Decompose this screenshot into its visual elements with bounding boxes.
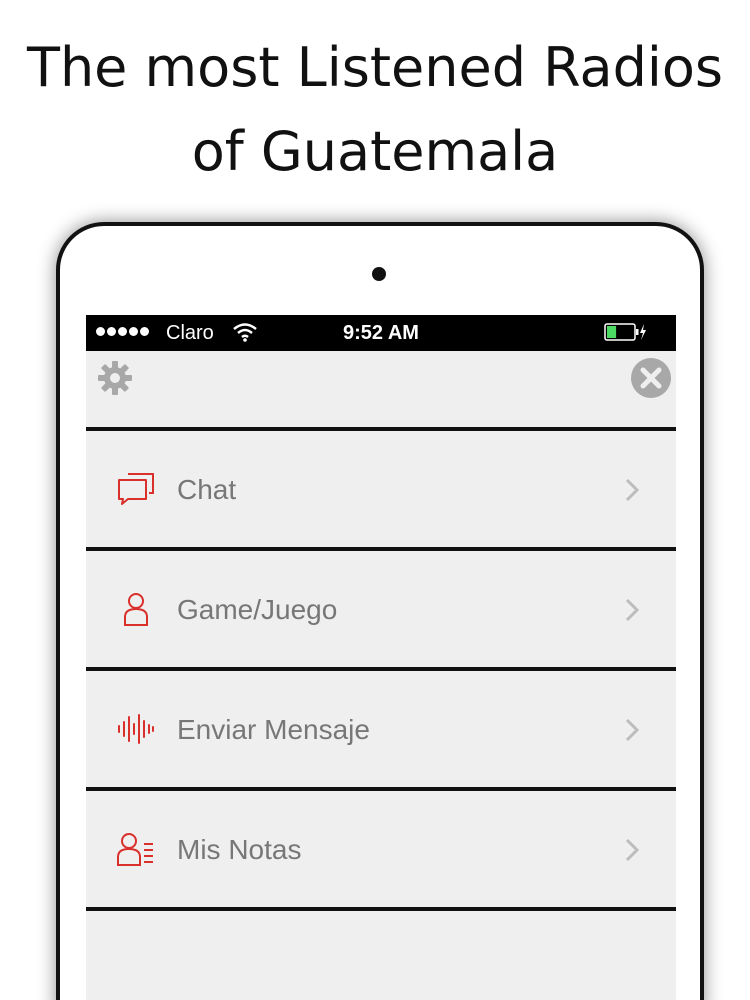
menu-item-send-message[interactable]: Enviar Mensaje [86,671,676,787]
app-screen: Claro 9:52 AM Chat Game/Juego Enviar Men… [86,315,676,1000]
menu-item-label: Game/Juego [177,594,338,625]
gear-icon[interactable] [96,359,134,397]
status-time: 9:52 AM [343,322,419,344]
close-icon[interactable] [630,357,672,399]
audio-wave-icon [118,714,154,744]
chevron-right-icon [625,598,640,622]
chevron-right-icon [625,838,640,862]
menu-item-chat[interactable]: Chat [86,431,676,547]
menu-item-label: Mis Notas [177,834,302,865]
promo-page: The most Listened Radios of Guatemala Cl… [0,0,750,1000]
user-notes-icon [117,833,153,866]
top-toolbar [86,351,676,427]
headline-line-1: The most Listened Radios [26,36,724,99]
menu-item-my-notes[interactable]: Mis Notas [86,791,676,907]
battery-icon [604,323,646,341]
menu-item-game[interactable]: Game/Juego [86,551,676,667]
menu-divider [86,907,676,911]
status-bar: Claro 9:52 AM [86,315,676,351]
menu-item-label: Enviar Mensaje [177,714,370,745]
charging-bolt-icon [640,324,646,340]
headline-line-2: of Guatemala [191,120,559,183]
chevron-right-icon [625,478,640,502]
chevron-right-icon [625,718,640,742]
chat-bubbles-icon [118,473,154,505]
front-camera [372,267,386,281]
user-icon [124,593,148,626]
menu-item-label: Chat [177,474,237,505]
battery-fill [607,326,617,338]
